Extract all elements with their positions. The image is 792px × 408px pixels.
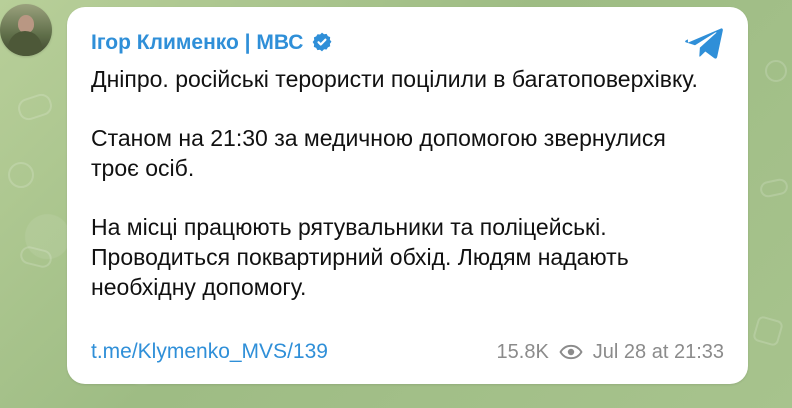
avatar[interactable]	[0, 4, 52, 56]
channel-name[interactable]: Ігор Клименко | МВС	[91, 32, 303, 53]
message-text: Дніпро. російські терористи поцілили в б…	[91, 64, 711, 302]
eye-icon	[559, 344, 583, 360]
verified-badge-icon	[313, 32, 332, 52]
views-count: 15.8K	[496, 340, 549, 363]
message-paragraph-2: Станом на 21:30 за медичною допомогою зв…	[91, 125, 666, 181]
timestamp: Jul 28 at 21:33	[592, 340, 724, 363]
message-card: Ігор Клименко | МВС Дніпро. російські те…	[67, 7, 748, 384]
background-doodle	[8, 162, 34, 188]
message-paragraph-3: На місці працюють рятувальники та поліце…	[91, 214, 629, 300]
message-footer: t.me/Klymenko_MVS/139 15.8K Jul 28 at 21…	[91, 338, 724, 366]
telegram-logo-icon[interactable]	[684, 22, 726, 64]
avatar-body	[8, 31, 42, 56]
post-meta: 15.8K Jul 28 at 21:33	[497, 341, 724, 364]
message-paragraph-1: Дніпро. російські терористи поцілили в б…	[91, 66, 698, 92]
channel-header: Ігор Клименко | МВС	[91, 30, 333, 54]
background-doodle	[765, 60, 787, 82]
post-link[interactable]: t.me/Klymenko_MVS/139	[91, 340, 328, 364]
